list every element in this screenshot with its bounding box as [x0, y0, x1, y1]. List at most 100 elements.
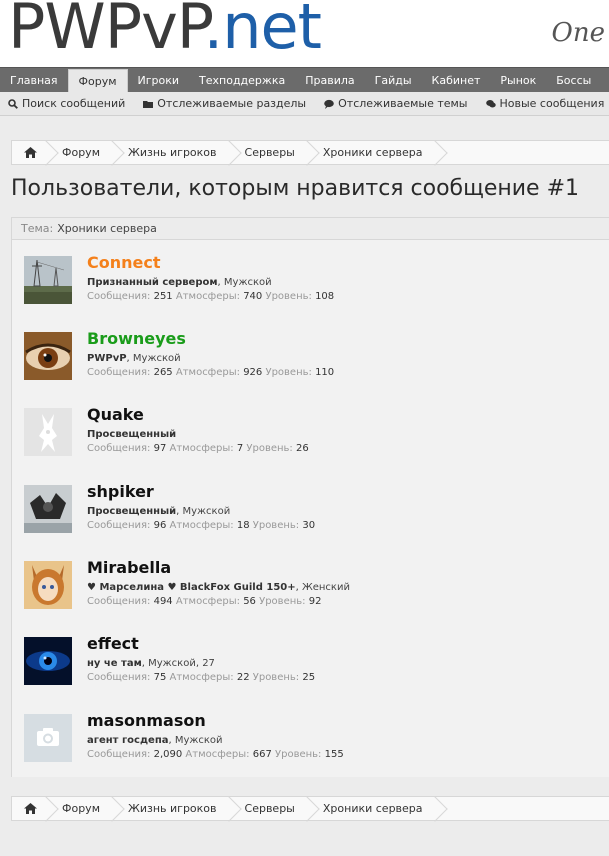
breadcrumb-forum[interactable]: Форум	[48, 141, 114, 164]
username[interactable]: Quake	[87, 405, 144, 424]
breadcrumb-servers[interactable]: Серверы	[231, 141, 309, 164]
user-avatar-image	[24, 561, 72, 609]
user-title-text: ну че там	[87, 658, 142, 669]
user-title-text: PWPvP	[87, 353, 127, 364]
theme-label: Тема:	[21, 222, 54, 235]
search-icon	[8, 98, 18, 109]
user-stats: Сообщения: 2,090 Атмосферы: 667 Уровень:…	[87, 749, 344, 760]
site-slogan: One	[551, 18, 605, 48]
nav-bosses[interactable]: Боссы	[546, 68, 601, 92]
search-messages-link[interactable]: Поиск сообщений	[8, 97, 125, 110]
avatar[interactable]	[24, 637, 72, 685]
watched-forums-link[interactable]: Отслеживаемые разделы	[143, 97, 306, 110]
watched-threads-label: Отслеживаемые темы	[338, 97, 468, 110]
nav-rules[interactable]: Правила	[295, 68, 364, 92]
user-title: агент госдепа, Мужской	[87, 735, 223, 746]
stat-messages-value: 494	[153, 596, 173, 607]
user-stats: Сообщения: 97 Атмосферы: 7 Уровень: 26	[87, 443, 309, 454]
stat-messages-value: 2,090	[153, 749, 183, 760]
stat-level-label: Уровень:	[265, 367, 312, 378]
stat-messages-label: Сообщения:	[87, 520, 151, 531]
forum-subnav: Поиск сообщений Отслеживаемые разделы От…	[0, 92, 609, 116]
stat-level-label: Уровень:	[246, 443, 293, 454]
username[interactable]: effect	[87, 634, 139, 653]
username[interactable]: masonmason	[87, 711, 206, 730]
breadcrumb-home[interactable]	[12, 797, 48, 820]
avatar[interactable]	[24, 408, 72, 456]
logo-text-main: PWPvP	[8, 0, 205, 63]
avatar[interactable]	[24, 561, 72, 609]
breadcrumb-server-chronicles[interactable]: Хроники сервера	[309, 141, 437, 164]
breadcrumb-forum[interactable]: Форум	[48, 797, 114, 820]
stat-atmos-label: Атмосферы:	[175, 367, 240, 378]
speech-bubble-icon	[324, 99, 334, 109]
stat-level-value: 25	[302, 672, 316, 683]
username[interactable]: Browneyes	[87, 329, 186, 348]
likes-panel: Тема: Хроники сервера Connect Признанный…	[11, 217, 609, 777]
breadcrumb-players-life[interactable]: Жизнь игроков	[114, 797, 231, 820]
user-avatar-image	[24, 637, 72, 685]
list-item: Browneyes PWPvP, Мужской Сообщения: 265 …	[24, 329, 584, 392]
nav-cabinet[interactable]: Кабинет	[422, 68, 491, 92]
user-title-text: Просвещенный	[87, 506, 177, 517]
logo-text-domain: .net	[203, 0, 322, 63]
stat-messages-value: 96	[153, 520, 167, 531]
user-avatar-image	[24, 485, 72, 533]
breadcrumb-home[interactable]	[12, 141, 48, 164]
stat-atmos-label: Атмосферы:	[185, 749, 250, 760]
stat-messages-value: 75	[153, 672, 167, 683]
username[interactable]: Connect	[87, 253, 161, 272]
stat-level-value: 108	[315, 291, 335, 302]
home-icon	[23, 147, 37, 158]
site-logo[interactable]: PWPvP.net	[8, 0, 322, 58]
stat-level-label: Уровень:	[275, 749, 322, 760]
page-title: Пользователи, которым нравится сообщение…	[11, 176, 579, 201]
user-stats: Сообщения: 96 Атмосферы: 18 Уровень: 30	[87, 520, 315, 531]
user-stats: Сообщения: 494 Атмосферы: 56 Уровень: 92	[87, 596, 321, 607]
stat-atmos-value: 667	[252, 749, 272, 760]
nav-support[interactable]: Техподдержка	[189, 68, 295, 92]
stat-messages-label: Сообщения:	[87, 291, 151, 302]
user-extra: , Мужской	[168, 735, 223, 746]
stat-messages-label: Сообщения:	[87, 596, 151, 607]
stat-atmos-value: 56	[243, 596, 256, 607]
username[interactable]: shpiker	[87, 482, 154, 501]
breadcrumb-players-life[interactable]: Жизнь игроков	[114, 141, 231, 164]
watched-threads-link[interactable]: Отслеживаемые темы	[324, 97, 468, 110]
list-item: masonmason агент госдепа, Мужской Сообще…	[24, 711, 584, 774]
breadcrumb-servers[interactable]: Серверы	[231, 797, 309, 820]
breadcrumb-server-chronicles[interactable]: Хроники сервера	[309, 797, 437, 820]
main-navigation: Главная Форум Игроки Техподдержка Правил…	[0, 67, 609, 92]
nav-guides[interactable]: Гайды	[365, 68, 422, 92]
nav-players[interactable]: Игроки	[128, 68, 190, 92]
stat-atmos-label: Атмосферы:	[175, 291, 240, 302]
user-extra: , Мужской	[176, 506, 231, 517]
avatar[interactable]	[24, 714, 72, 762]
user-title: Просвещенный, Мужской	[87, 506, 230, 517]
user-extra: , Мужской, 27	[141, 658, 215, 669]
watched-forums-label: Отслеживаемые разделы	[157, 97, 307, 110]
stat-atmos-label: Атмосферы:	[169, 443, 234, 454]
users-list: Connect Признанный сервером, Мужской Соо…	[12, 240, 609, 777]
nav-home[interactable]: Главная	[0, 68, 68, 92]
avatar[interactable]	[24, 256, 72, 304]
user-title-text: ♥ Марселина ♥ BlackFox Guild 150+	[87, 582, 296, 593]
user-title: Просвещенный	[87, 429, 176, 440]
theme-value[interactable]: Хроники сервера	[57, 222, 157, 235]
nav-forum[interactable]: Форум	[67, 69, 128, 92]
user-title-text: Просвещенный	[87, 429, 177, 440]
stat-atmos-value: 18	[236, 520, 250, 531]
nav-market[interactable]: Рынок	[490, 68, 546, 92]
stat-messages-label: Сообщения:	[87, 672, 151, 683]
stat-level-label: Уровень:	[259, 596, 306, 607]
stat-messages-label: Сообщения:	[87, 443, 151, 454]
user-avatar-image	[24, 256, 72, 304]
username[interactable]: Mirabella	[87, 558, 171, 577]
avatar[interactable]	[24, 332, 72, 380]
new-messages-label: Новые сообщения	[499, 97, 605, 110]
stat-level-value: 92	[308, 596, 322, 607]
new-messages-link[interactable]: Новые сообщения	[485, 97, 605, 110]
stat-level-label: Уровень:	[265, 291, 312, 302]
breadcrumb-top: Форум Жизнь игроков Серверы Хроники серв…	[11, 140, 609, 165]
avatar[interactable]	[24, 485, 72, 533]
